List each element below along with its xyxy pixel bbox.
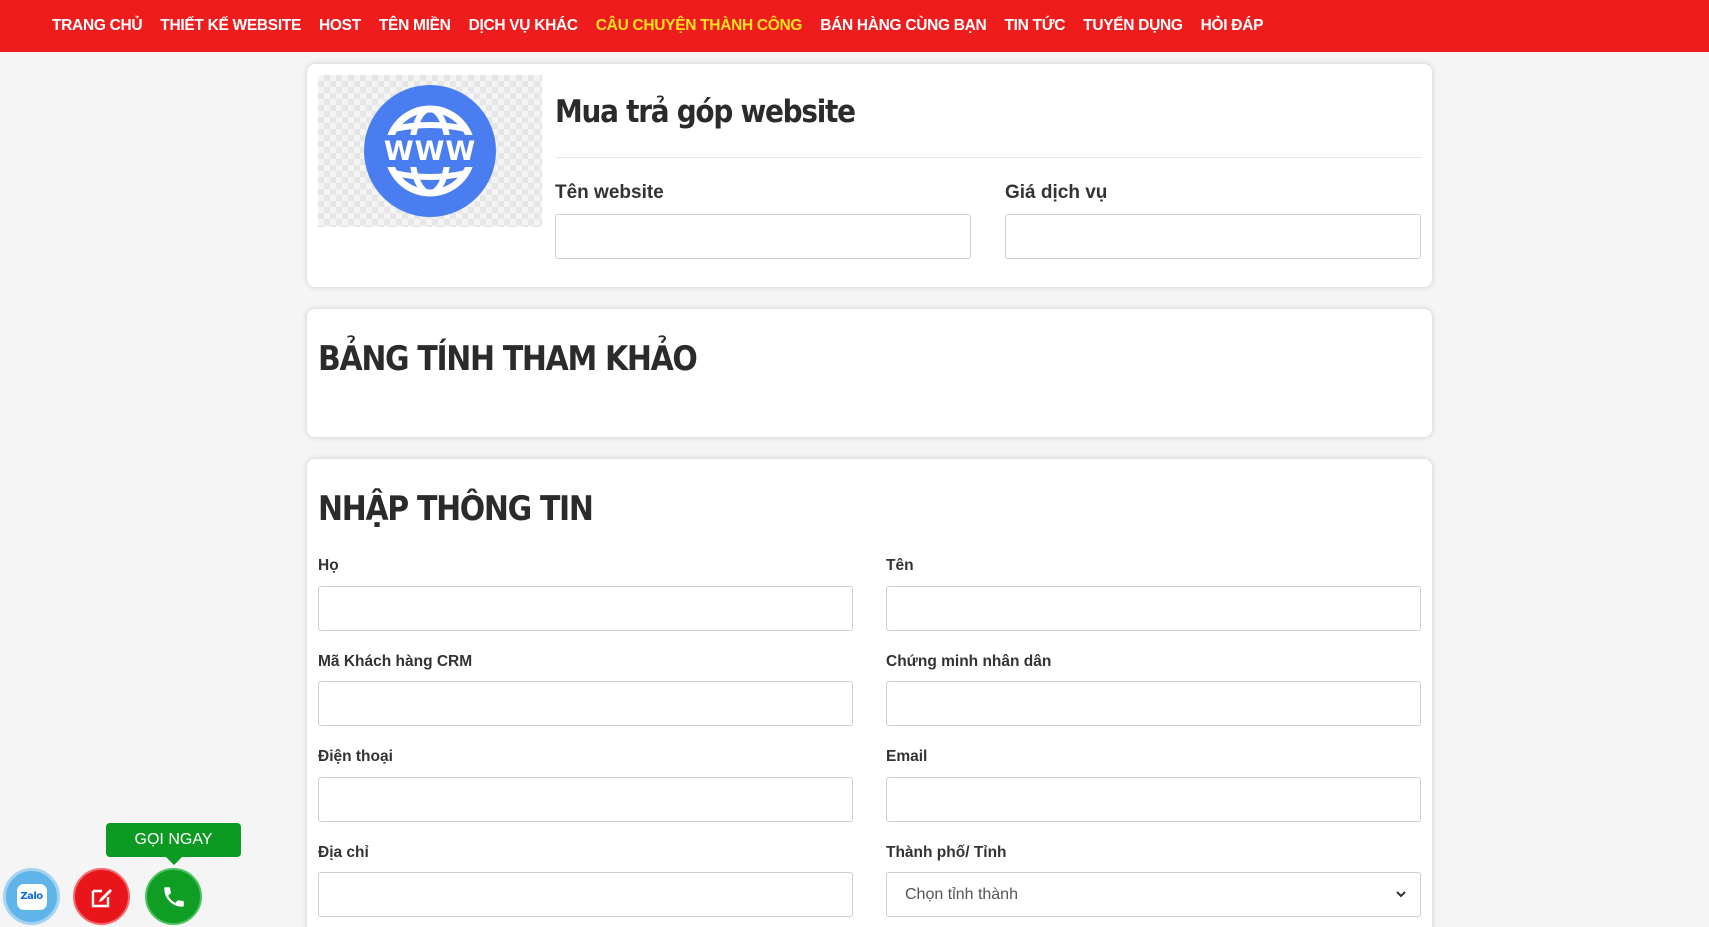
nav-item-tin-tuc[interactable]: TIN TỨC xyxy=(1004,17,1065,35)
ten-input[interactable] xyxy=(886,586,1421,631)
address-label: Địa chỉ xyxy=(318,844,369,861)
product-card: WWW Mua trả góp website Tên website Giá … xyxy=(307,64,1432,287)
phone-label: Điện thoại xyxy=(318,748,393,765)
nav-item-host[interactable]: HOST xyxy=(319,17,361,35)
info-form-card: NHẬP THÔNG TIN Họ Tên Mã Khách hàng CRM … xyxy=(307,459,1432,927)
cmnd-label: Chứng minh nhân dân xyxy=(886,653,1052,670)
info-form-title: NHẬP THÔNG TIN xyxy=(318,489,594,529)
city-select[interactable]: Chọn tỉnh thành xyxy=(886,872,1421,917)
nav-item-trang-chu[interactable]: TRANG CHỦ xyxy=(52,17,143,35)
price-input[interactable] xyxy=(1005,214,1421,259)
www-globe-icon: WWW xyxy=(364,85,496,217)
edit-icon xyxy=(91,888,112,907)
email-label: Email xyxy=(886,748,928,765)
zalo-icon: Zalo xyxy=(16,883,47,910)
cmnd-input[interactable] xyxy=(886,681,1421,726)
price-label: Giá dịch vụ xyxy=(1005,182,1108,203)
zalo-button[interactable]: Zalo xyxy=(3,868,60,925)
phone-input[interactable] xyxy=(318,777,853,822)
chevron-down-icon xyxy=(1396,891,1406,898)
address-input[interactable] xyxy=(318,872,853,917)
nav-item-ten-mien[interactable]: TÊN MIỀN xyxy=(379,17,451,35)
nav-item-dich-vu-khac[interactable]: DỊCH VỤ KHÁC xyxy=(469,17,579,35)
nav-item-cau-chuyen-thanh-cong[interactable]: CÂU CHUYỆN THÀNH CÔNG xyxy=(596,17,803,35)
phone-icon xyxy=(163,886,184,907)
city-select-value: Chọn tỉnh thành xyxy=(905,885,1018,903)
crm-input[interactable] xyxy=(318,681,853,726)
reference-card: BẢNG TÍNH THAM KHẢO xyxy=(307,309,1432,437)
call-button[interactable] xyxy=(145,868,202,925)
divider xyxy=(555,157,1422,158)
product-title: Mua trả góp website xyxy=(555,94,856,130)
call-now-tooltip: GỌI NGAY xyxy=(106,823,241,865)
svg-text:WWW: WWW xyxy=(384,136,476,167)
product-thumbnail: WWW xyxy=(318,75,542,227)
ho-input[interactable] xyxy=(318,586,853,631)
email-input[interactable] xyxy=(886,777,1421,822)
nav-item-tuyen-dung[interactable]: TUYỂN DỤNG xyxy=(1083,17,1183,35)
ten-label: Tên xyxy=(886,557,914,574)
city-label: Thành phố/ Tỉnh xyxy=(886,844,1007,861)
nav-item-hoi-dap[interactable]: HỎI ĐÁP xyxy=(1201,17,1264,35)
ho-label: Họ xyxy=(318,557,339,574)
edit-contact-button[interactable] xyxy=(73,868,130,925)
website-name-input[interactable] xyxy=(555,214,971,259)
crm-label: Mã Khách hàng CRM xyxy=(318,653,473,670)
top-navigation: TRANG CHỦ THIẾT KẾ WEBSITE HOST TÊN MIỀN… xyxy=(0,0,1709,52)
nav-item-thiet-ke-website[interactable]: THIẾT KẾ WEBSITE xyxy=(160,17,301,35)
reference-title: BẢNG TÍNH THAM KHẢO xyxy=(318,339,698,379)
website-name-label: Tên website xyxy=(555,182,664,203)
nav-item-ban-hang-cung-ban[interactable]: BÁN HÀNG CÙNG BẠN xyxy=(820,17,987,35)
